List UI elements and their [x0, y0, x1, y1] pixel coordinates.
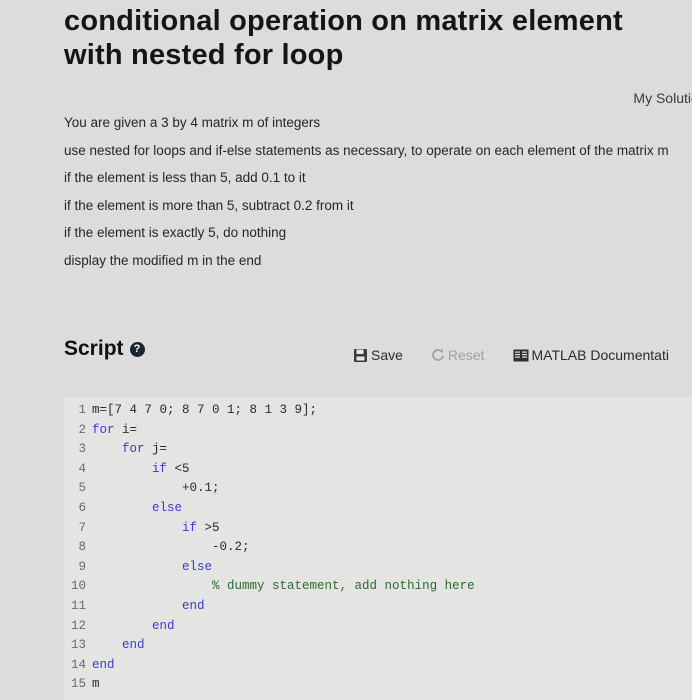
- code-line[interactable]: 12 end: [64, 617, 175, 637]
- line-number: 7: [78, 520, 86, 535]
- code-keyword: for: [92, 422, 115, 437]
- my-solutions-link[interactable]: My Solutic: [633, 90, 692, 106]
- script-toolbar: Save Reset MATLAB Documentati: [353, 347, 692, 363]
- matlab-documentation-button[interactable]: MATLAB Documentati: [513, 347, 669, 363]
- code-text: >5: [197, 520, 220, 535]
- code-text: <5: [167, 461, 190, 476]
- problem-page: conditional operation on matrix element …: [0, 0, 692, 700]
- line-number: 13: [70, 638, 86, 653]
- save-button[interactable]: Save: [353, 347, 403, 363]
- code-line[interactable]: 4 if <5: [64, 460, 190, 480]
- line-number: 5: [78, 481, 86, 496]
- line-number: 14: [70, 657, 86, 672]
- code-text: i=: [114, 422, 138, 437]
- code-keyword: if: [152, 461, 168, 476]
- code-text: +0.1;: [182, 481, 220, 496]
- code-text: -0.2;: [212, 540, 250, 555]
- code-line[interactable]: 2 for i=: [64, 421, 137, 441]
- code-keyword: if: [182, 520, 198, 535]
- code-line[interactable]: 10 % dummy statement, add nothing here: [64, 577, 475, 597]
- code-comment: % dummy statement, add nothing here: [212, 579, 475, 594]
- code-line[interactable]: 7 if >5: [64, 519, 220, 539]
- code-editor[interactable]: 1 m=[7 4 7 0; 8 7 0 1; 8 1 3 9]; 2 for i= 3 …: [64, 397, 692, 700]
- problem-line: if the element is exactly 5, do nothing: [64, 225, 287, 240]
- script-title: Script ?: [64, 337, 145, 361]
- code-keyword: else: [182, 559, 213, 574]
- code-line[interactable]: 11 end: [64, 597, 205, 617]
- problem-line: You are given a 3 by 4 matrix m of integ…: [64, 115, 321, 130]
- line-number: 10: [70, 579, 86, 594]
- code-text: j=: [144, 442, 168, 457]
- code-keyword: for: [122, 442, 145, 457]
- code-line[interactable]: 14 end: [64, 656, 115, 676]
- code-line[interactable]: 9 else: [64, 558, 212, 578]
- problem-line: if the element is more than 5, subtract …: [64, 197, 354, 213]
- code-line[interactable]: 13 end: [64, 636, 145, 656]
- code-line[interactable]: 15 m: [64, 675, 100, 695]
- line-number: 12: [70, 618, 86, 633]
- question-circle-icon[interactable]: ?: [129, 341, 145, 357]
- line-number: 11: [70, 599, 86, 613]
- code-line[interactable]: 8 -0.2;: [64, 538, 250, 558]
- line-number: 6: [78, 501, 86, 515]
- line-number: 15: [70, 677, 86, 692]
- code-text: m=[7 4 7 0; 8 7 0 1; 8 1 3 9];: [92, 403, 318, 417]
- code-text: m: [92, 677, 100, 692]
- problem-line: if the element is less than 5, add 0.1 t…: [64, 170, 306, 185]
- line-number: 4: [78, 461, 86, 476]
- line-number: 3: [78, 442, 86, 457]
- problem-line: display the modified m in the end: [64, 252, 262, 268]
- line-number: 9: [78, 559, 86, 574]
- line-number: 8: [78, 540, 86, 555]
- script-header: Script ?: [64, 337, 145, 361]
- problem-line: use nested for loops and if-else stateme…: [64, 142, 669, 158]
- code-line[interactable]: 1 m=[7 4 7 0; 8 7 0 1; 8 1 3 9];: [64, 401, 317, 421]
- reset-icon: [432, 348, 444, 361]
- code-keyword: else: [152, 501, 183, 515]
- code-line[interactable]: 6 else: [64, 499, 182, 519]
- save-label: Save: [371, 347, 403, 363]
- code-keyword: end: [152, 618, 175, 633]
- line-number: 1: [78, 403, 86, 417]
- script-title-label: Script: [64, 337, 124, 360]
- line-number: 2: [78, 422, 86, 437]
- code-keyword: end: [182, 599, 205, 613]
- save-icon: [354, 348, 367, 362]
- matlab-documentation-label: MATLAB Documentati: [531, 347, 669, 363]
- reset-button[interactable]: Reset: [431, 347, 485, 363]
- code-keyword: end: [122, 638, 145, 653]
- reset-label: Reset: [447, 347, 485, 363]
- code-keyword: end: [92, 657, 115, 672]
- problem-description: You are given a 3 by 4 matrix m of integ…: [64, 115, 692, 280]
- code-line[interactable]: 3 for j=: [64, 440, 167, 460]
- code-line[interactable]: 5 +0.1;: [64, 479, 220, 499]
- page-title: conditional operation on matrix element …: [64, 5, 623, 71]
- book-icon: [513, 349, 528, 361]
